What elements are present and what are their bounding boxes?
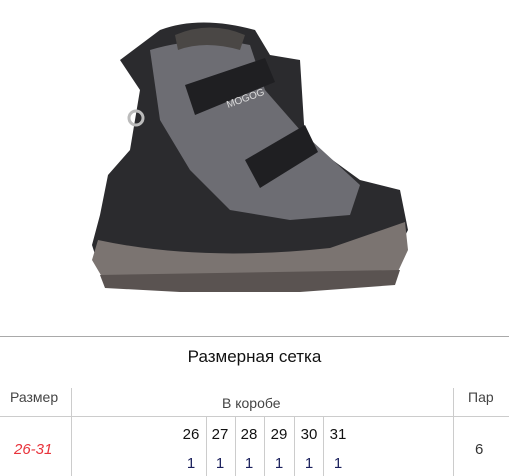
header-size: Размер: [10, 389, 59, 405]
divider: [453, 388, 454, 476]
qty-31: 1: [333, 455, 343, 472]
header-in-box: В коробе: [222, 395, 281, 411]
size-30: 30: [300, 426, 318, 443]
qty-27: 1: [215, 455, 225, 472]
qty-28: 1: [244, 455, 254, 472]
divider: [0, 336, 509, 337]
size-28: 28: [240, 426, 258, 443]
size-chart-title: Размерная сетка: [187, 347, 322, 366]
size-26: 26: [182, 426, 200, 443]
pairs-count: 6: [475, 441, 484, 458]
qty-26: 1: [186, 455, 196, 472]
divider: [0, 416, 509, 417]
size-27: 27: [211, 426, 229, 443]
divider: [71, 388, 72, 476]
size-range: 26-31: [14, 441, 53, 458]
qty-29: 1: [274, 455, 284, 472]
header-pairs: Пар: [468, 389, 494, 405]
size-31: 31: [329, 426, 347, 443]
product-image: MOGOG: [92, 22, 408, 292]
qty-30: 1: [304, 455, 314, 472]
size-29: 29: [270, 426, 288, 443]
